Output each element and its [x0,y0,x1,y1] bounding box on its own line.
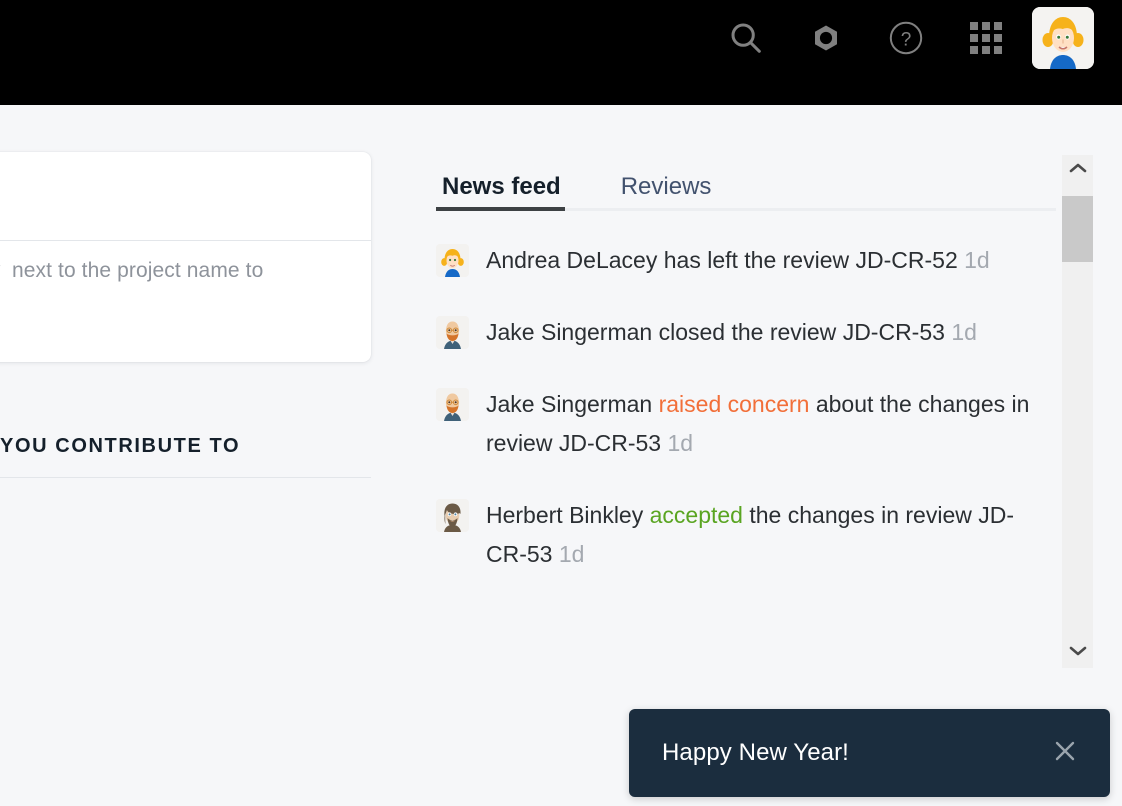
feed-item-text: Andrea DeLacey has left the review JD-CR… [486,241,990,280]
avatar-herbert-binkley [436,499,469,532]
notification-toast: Happy New Year! [629,709,1110,797]
search-icon [727,19,765,57]
promo-card-body: next to the project name to [0,257,371,284]
feed-item-text: Herbert Binkley accepted the changes in … [486,496,1046,574]
chevron-down-icon [1069,644,1087,662]
feed-highlight-accepted: accepted [649,502,743,528]
feed-item[interactable]: Herbert Binkley accepted the changes in … [436,496,1056,574]
feed-actor: Jake Singerman [486,391,653,417]
feed-actor: Andrea DeLacey [486,247,658,273]
close-icon [1050,736,1080,771]
help-icon: ? [886,18,926,58]
apps-grid-icon [967,19,1005,57]
svg-text:?: ? [901,29,912,50]
top-navigation-bar: ? [0,0,1122,105]
feed-tail: JD-CR-52 [855,247,958,273]
settings-button[interactable] [786,0,866,75]
feed-tabs: News feed Reviews [436,155,1056,211]
toast-message: Happy New Year! [662,739,849,766]
feed-list: Andrea DeLacey has left the review JD-CR… [436,241,1056,574]
promo-card-text: next to the project name to [12,258,264,282]
section-title: YOU CONTRIBUTE TO [0,435,241,457]
scrollbar-thumb[interactable] [1062,196,1093,262]
toast-close-button[interactable] [1048,736,1082,770]
star-icon [0,257,2,284]
chevron-up-icon [1069,161,1087,179]
scrollbar-up-button[interactable] [1062,155,1093,185]
promo-card-divider [0,240,371,241]
feed-action: has left the review [657,247,856,273]
profile-avatar-image [1032,6,1094,69]
tab-reviews[interactable]: Reviews [615,174,718,211]
left-sidebar-column: next to the project name to YOU CONTRIBU… [0,105,400,806]
profile-avatar[interactable] [1032,6,1094,69]
feed-actor: Jake Singerman [486,319,653,345]
contribute-section-heading: YOU CONTRIBUTE TO [0,435,371,478]
feed-tail: JD-CR-53 [842,319,945,345]
feed-timestamp: 1d [667,430,694,456]
feed-item[interactable]: Jake Singerman raised concern about the … [436,385,1056,463]
avatar-jake-singerman [436,316,469,349]
settings-icon [806,18,846,58]
active-tab-underline [436,207,565,211]
app-root: ? next to the project name to YOU CONTRI… [0,0,1122,806]
help-button[interactable]: ? [866,0,946,75]
tab-news-feed[interactable]: News feed [436,174,567,211]
feed-item-text: Jake Singerman raised concern about the … [486,385,1046,463]
search-button[interactable] [706,0,786,75]
avatar-andrea-delacey [436,244,469,277]
topbar-actions: ? [706,0,1122,75]
avatar-jake-singerman [436,388,469,421]
feed-item[interactable]: Andrea DeLacey has left the review JD-CR… [436,241,1056,280]
section-divider [0,477,371,478]
apps-grid-button[interactable] [946,0,1026,75]
feed-action: closed the review [652,319,843,345]
promo-card: next to the project name to [0,152,371,362]
feed-timestamp: 1d [951,319,977,345]
feed-actor: Herbert Binkley [486,502,644,528]
feed-scrollbar[interactable] [1062,155,1093,668]
feed-item-text: Jake Singerman closed the review JD-CR-5… [486,313,977,352]
scrollbar-down-button[interactable] [1062,638,1093,668]
feed-highlight-raised-concern: raised concern [658,391,810,417]
feed-timestamp: 1d [964,247,990,273]
feed-timestamp: 1d [558,541,585,567]
news-feed-panel: News feed Reviews Andrea DeLacey has lef… [436,155,1056,607]
feed-item[interactable]: Jake Singerman closed the review JD-CR-5… [436,313,1056,352]
